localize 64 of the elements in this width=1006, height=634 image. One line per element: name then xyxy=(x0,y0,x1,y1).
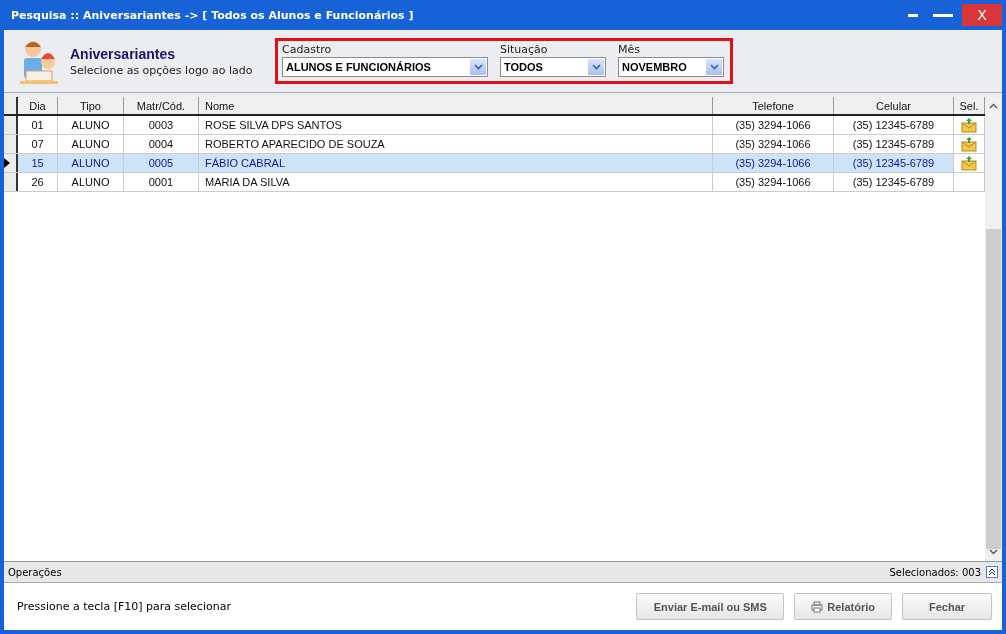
table-cell: (35) 3294-1066 xyxy=(713,116,834,134)
table-cell: 15 xyxy=(18,154,58,172)
table-cell: ALUNO xyxy=(58,116,124,134)
column-header[interactable]: Telefone xyxy=(713,97,834,114)
close-button[interactable]: X xyxy=(962,4,1002,26)
table-cell: MARIA DA SILVA xyxy=(199,173,713,191)
table-cell: (35) 12345-6789 xyxy=(834,154,954,172)
table-cell: (35) 3294-1066 xyxy=(713,173,834,191)
window-title: Pesquisa :: Aniversariantes -> [ Todos os Alunos e Funcionários ] xyxy=(10,8,415,22)
filter-dropdown[interactable]: ALUNOS E FUNCIONÁRIOS xyxy=(282,57,488,77)
chevron-down-icon xyxy=(591,64,601,70)
header-title: Aniversariantes xyxy=(70,45,177,62)
table-cell: 0003 xyxy=(124,116,199,134)
table-cell: 0004 xyxy=(124,135,199,153)
envelope-icon xyxy=(961,117,977,133)
table-cell: (35) 12345-6789 xyxy=(834,116,954,134)
printer-icon xyxy=(811,600,824,613)
header-subtitle: Selecione as opções logo ao lado xyxy=(70,63,254,77)
envelope-icon xyxy=(961,155,977,171)
filter-label: Mês xyxy=(618,43,641,56)
table-cell: 07 xyxy=(18,135,58,153)
chevron-down-icon xyxy=(473,64,483,70)
row-indicator[interactable] xyxy=(4,135,18,153)
scroll-up-icon xyxy=(989,103,998,109)
send-button[interactable]: Enviar E-mail ou SMS xyxy=(636,593,785,620)
filter-dropdown[interactable]: TODOS xyxy=(500,57,606,77)
table-cell: (35) 3294-1066 xyxy=(713,135,834,153)
column-header[interactable]: Dia xyxy=(18,97,58,114)
column-header[interactable]: Matr/Cód. xyxy=(124,97,199,114)
column-header[interactable]: Celular xyxy=(834,97,954,114)
table-cell: ROBERTO APARECIDO DE SOUZA xyxy=(199,135,713,153)
hint-text: Pressione a tecla [F10] para selecionar xyxy=(17,600,232,613)
table-cell: 26 xyxy=(18,173,58,191)
table-cell: 01 xyxy=(18,116,58,134)
close-form-button[interactable]: Fechar xyxy=(902,593,992,620)
current-row-icon xyxy=(4,158,10,168)
bar-icon xyxy=(933,13,953,17)
envelope-icon xyxy=(961,136,977,152)
scroll-down-icon xyxy=(989,549,998,555)
row-indicator[interactable] xyxy=(4,116,18,134)
table-cell: 0005 xyxy=(124,154,199,172)
table-cell: (35) 3294-1066 xyxy=(713,154,834,172)
table-cell: ALUNO xyxy=(58,135,124,153)
table-cell: ALUNO xyxy=(58,173,124,191)
row-indicator[interactable] xyxy=(4,154,18,172)
table-cell: (35) 12345-6789 xyxy=(834,173,954,191)
column-header[interactable]: Tipo xyxy=(58,97,124,114)
table-cell: 0001 xyxy=(124,173,199,191)
dash-icon xyxy=(908,13,918,17)
table-cell: FÁBIO CABRAL xyxy=(199,154,713,172)
column-header[interactable]: Nome xyxy=(199,97,713,114)
collapse-icon[interactable] xyxy=(986,566,998,578)
table-cell: ROSE SILVA DPS SANTOS xyxy=(199,116,713,134)
row-indicator[interactable] xyxy=(4,173,18,191)
filter-label: Cadastro xyxy=(282,43,333,56)
table-cell: ALUNO xyxy=(58,154,124,172)
filter-dropdown[interactable]: NOVEMBRO xyxy=(618,57,724,77)
chevron-down-icon xyxy=(709,64,719,70)
scrollbar[interactable] xyxy=(985,97,1002,561)
table-cell: (35) 12345-6789 xyxy=(834,135,954,153)
report-button[interactable]: Relatório xyxy=(794,593,892,620)
operations-label: Operações xyxy=(8,566,63,578)
selected-count: Selecionados: 003 xyxy=(889,566,981,578)
filter-label: Situação xyxy=(500,43,549,56)
